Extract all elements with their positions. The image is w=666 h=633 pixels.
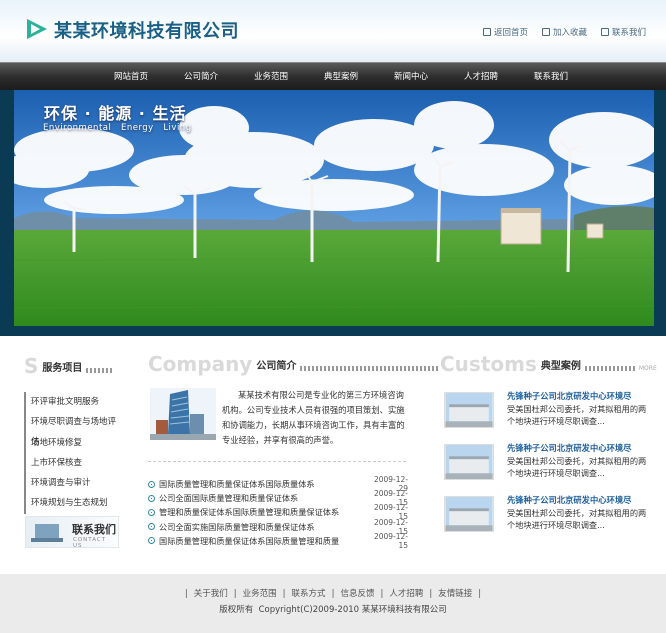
footer-link-feedback[interactable]: 信息反馈 bbox=[340, 589, 374, 599]
case-image bbox=[444, 392, 494, 428]
nav-home[interactable]: 网站首页 bbox=[96, 63, 166, 91]
bullet-icon bbox=[148, 537, 155, 545]
service-item[interactable]: 环境规划与生态规划 bbox=[24, 493, 124, 514]
footer: | 关于我们 | 业务范围 | 联系方式 | 信息反馈 | 人才招聘 | 友情链接 | 版权所有 Cop… bbox=[0, 574, 666, 633]
bullet-icon bbox=[148, 494, 155, 502]
services-heading: S 服务项目 bbox=[24, 354, 115, 378]
case-title: 先锋种子公司北京研发中心环境尽 bbox=[507, 443, 632, 453]
header: 某某环境科技有限公司 返回首页 加入收藏 联系我们 bbox=[0, 0, 666, 62]
nav-business[interactable]: 业务范围 bbox=[236, 63, 306, 91]
news-title: 国际质量管理和质量保证体系国际质量管理和质量 bbox=[159, 535, 340, 546]
banner-subtitle: Environmental Energy Living bbox=[43, 123, 192, 133]
heading-stripe bbox=[86, 368, 115, 373]
cases-title: 典型案例 bbox=[540, 361, 581, 372]
service-item[interactable]: 环评审批文明服务 bbox=[24, 392, 124, 413]
home-link[interactable]: 返回首页 bbox=[482, 26, 528, 38]
news-date: 2009-12-15 bbox=[373, 531, 408, 550]
case-desc: 受美国杜邦公司委托，对其拟租用的两个地块进行环境尽职调查... bbox=[507, 508, 647, 530]
about-title: 公司简介 bbox=[256, 361, 297, 372]
case-item[interactable]: 先锋种子公司北京研发中心环境尽 受美国杜邦公司委托，对其拟租用的两个地块进行环境… bbox=[440, 388, 647, 438]
service-item[interactable]: 上市环保核查 bbox=[24, 452, 124, 474]
favorite-link[interactable]: 加入收藏 bbox=[541, 26, 587, 38]
bullet-icon bbox=[148, 523, 155, 531]
case-desc: 受美国杜邦公司委托，对其拟租用的两个地块进行环境尽职调查... bbox=[507, 404, 647, 426]
case-title: 先锋种子公司北京研发中心环境尽 bbox=[507, 391, 632, 401]
site-title: 某某环境科技有限公司 bbox=[54, 21, 239, 42]
news-title: 国际质量管理和质量保证体系国际质量体系 bbox=[159, 479, 315, 490]
news-list: 国际质量管理和质量保证体系国际质量体系 2009-12-29 公司全面国际质量管… bbox=[148, 475, 408, 550]
about-text: 某某技术有限公司是专业化的第三方环境咨询机构。公司专业技术人员有很强的项目策划、… bbox=[222, 390, 405, 445]
heading-stripe bbox=[584, 366, 635, 371]
bullet-icon bbox=[148, 480, 155, 488]
footer-link-friends[interactable]: 友情链接 bbox=[438, 589, 472, 599]
footer-links: | 关于我们 | 业务范围 | 联系方式 | 信息反馈 | 人才招聘 | 友情链接 | bbox=[184, 589, 482, 599]
bullet-icon bbox=[148, 508, 155, 516]
nav-news[interactable]: 新闻中心 bbox=[376, 63, 446, 91]
copyright: 版权所有 Copyright(C)2009-2010 某某环境科技有限公司 bbox=[219, 605, 447, 615]
footer-link-contact[interactable]: 联系方式 bbox=[292, 589, 326, 599]
building-image bbox=[150, 388, 216, 440]
banner-frame: 环保 · 能源 · 生活 Environmental Energy Living bbox=[0, 90, 666, 336]
footer-link-about[interactable]: 关于我们 bbox=[194, 589, 228, 599]
services-title: 服务项目 bbox=[42, 363, 83, 374]
news-item[interactable]: 公司全面国际质量管理和质量保证体系 2009-12-15 bbox=[148, 489, 408, 507]
footer-link-business[interactable]: 业务范围 bbox=[243, 589, 277, 599]
case-image bbox=[444, 444, 494, 480]
mail-icon bbox=[600, 28, 609, 36]
news-item[interactable]: 公司全面实施国际质量管理和质量保证体系 2009-12-15 bbox=[148, 518, 408, 536]
about-heading: Company 公司简介 bbox=[148, 352, 439, 376]
service-item[interactable]: 场地环境修复 bbox=[24, 432, 124, 453]
case-item[interactable]: 先锋种子公司北京研发中心环境尽 受美国杜邦公司委托，对其拟租用的两个地块进行环境… bbox=[440, 440, 647, 490]
top-links: 返回首页 加入收藏 联系我们 bbox=[482, 26, 646, 38]
contact-subtitle: CONTACT US bbox=[73, 537, 107, 549]
divider bbox=[148, 461, 406, 462]
services-en-letter: S bbox=[24, 354, 39, 378]
about-en-heading: Company bbox=[148, 352, 253, 376]
footer-link-jobs[interactable]: 人才招聘 bbox=[389, 589, 423, 599]
cases-heading: Customs 典型案例 MORE bbox=[440, 354, 657, 374]
nav-contact[interactable]: 联系我们 bbox=[516, 63, 586, 91]
contact-link[interactable]: 联系我们 bbox=[600, 26, 646, 38]
case-image bbox=[444, 496, 494, 532]
news-item[interactable]: 国际质量管理和质量保证体系国际质量体系 2009-12-29 bbox=[148, 475, 408, 493]
news-title: 公司全面实施国际质量管理和质量保证体系 bbox=[159, 521, 315, 532]
favorite-icon bbox=[541, 28, 550, 36]
heading-stripe bbox=[300, 366, 439, 371]
contact-title: 联系我们 bbox=[72, 523, 116, 536]
case-item[interactable]: 先锋种子公司北京研发中心环境尽 受美国杜邦公司委托，对其拟租用的两个地块进行环境… bbox=[440, 492, 647, 542]
nav-jobs[interactable]: 人才招聘 bbox=[446, 63, 516, 91]
banner: 环保 · 能源 · 生活 Environmental Energy Living bbox=[14, 90, 654, 326]
more-link[interactable]: MORE bbox=[639, 365, 657, 372]
news-item[interactable]: 管理和质量保证体系国际质量管理和质量保证体系 2009-12-15 bbox=[148, 503, 408, 521]
cases-en-heading: Customs bbox=[440, 352, 537, 376]
case-desc: 受美国杜邦公司委托，对其拟租用的两个地块进行环境尽职调查... bbox=[507, 456, 647, 478]
contact-icon bbox=[31, 524, 63, 542]
service-item[interactable]: 环境尽职调查与场地评估 bbox=[24, 412, 124, 447]
case-title: 先锋种子公司北京研发中心环境尽 bbox=[507, 495, 632, 505]
services-list: 环评审批文明服务 环境尽职调查与场地评估 场地环境修复 上市环保核查 环境调查与… bbox=[24, 392, 124, 514]
service-item[interactable]: 环境调查与审计 bbox=[24, 473, 124, 494]
nav-cases[interactable]: 典型案例 bbox=[306, 63, 376, 91]
logo-icon bbox=[27, 19, 47, 39]
news-title: 管理和质量保证体系国际质量管理和质量保证体系 bbox=[159, 507, 340, 518]
home-icon bbox=[482, 28, 491, 36]
news-item[interactable]: 国际质量管理和质量保证体系国际质量管理和质量 2009-12-15 bbox=[148, 531, 408, 550]
main-nav: 网站首页 公司简介 业务范围 典型案例 新闻中心 人才招聘 联系我们 bbox=[0, 62, 666, 90]
news-title: 公司全面国际质量管理和质量保证体系 bbox=[159, 493, 299, 504]
nav-about[interactable]: 公司简介 bbox=[166, 63, 236, 91]
contact-banner[interactable]: 联系我们 CONTACT US bbox=[25, 516, 119, 549]
content: S 服务项目 环评审批文明服务 环境尽职调查与场地评估 场地环境修复 上市环保核… bbox=[0, 336, 666, 574]
banner-title: 环保 · 能源 · 生活 bbox=[44, 104, 187, 123]
